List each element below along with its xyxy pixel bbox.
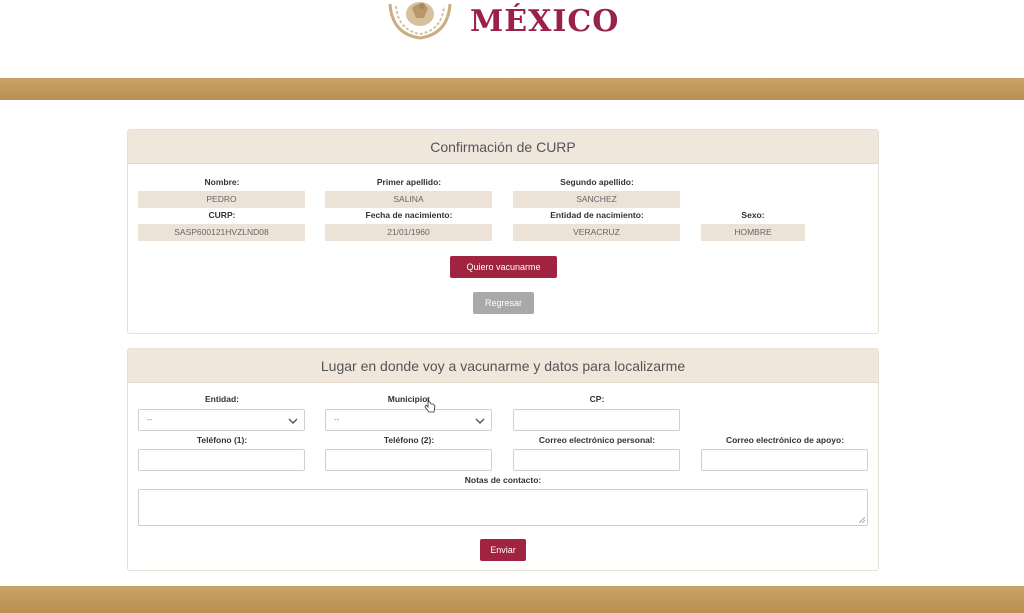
brand-title: MÉXICO — [470, 3, 620, 39]
header-band — [0, 78, 1024, 100]
label-fecha-nacimiento: Fecha de nacimiento: — [365, 210, 453, 220]
label-municipio: Municipio: — [387, 394, 431, 404]
label-cp: CP: — [589, 394, 605, 404]
header: MÉXICO — [0, 0, 1024, 78]
send-button[interactable]: Enviar — [480, 539, 526, 561]
cp-input[interactable] — [513, 409, 680, 431]
correo-apoyo-input[interactable] — [701, 449, 868, 471]
chevron-down-icon — [288, 418, 298, 424]
label-correo-apoyo: Correo electrónico de apoyo: — [725, 435, 845, 445]
footer-band — [0, 586, 1024, 613]
entidad-select-value: -- — [147, 415, 153, 424]
value-sexo: HOMBRE — [701, 224, 805, 241]
vaccinate-button[interactable]: Quiero vacunarme — [450, 256, 557, 278]
label-notas-contacto: Notas de contacto: — [464, 475, 542, 485]
value-entidad-nacimiento: VERACRUZ — [513, 224, 680, 241]
value-curp: SASP600121HVZLND08 — [138, 224, 305, 241]
back-button[interactable]: Regresar — [473, 292, 534, 314]
municipio-select[interactable]: -- — [325, 409, 492, 431]
label-telefono-2: Teléfono (2): — [383, 435, 435, 445]
label-segundo-apellido: Segundo apellido: — [560, 177, 634, 187]
telefono-2-input[interactable] — [325, 449, 492, 471]
location-contact-panel: Lugar en donde voy a vacunarme y datos p… — [127, 348, 879, 571]
curp-panel-title: Confirmación de CURP — [128, 130, 878, 164]
label-entidad: Entidad: — [205, 394, 239, 404]
label-telefono-1: Teléfono (1): — [196, 435, 248, 445]
label-primer-apellido: Primer apellido: — [376, 177, 442, 187]
value-segundo-apellido: SANCHEZ — [513, 191, 680, 208]
correo-personal-input[interactable] — [513, 449, 680, 471]
label-correo-personal: Correo electrónico personal: — [538, 435, 656, 445]
resize-grip-icon[interactable] — [859, 517, 865, 523]
notas-contacto-textarea[interactable] — [138, 489, 868, 526]
label-sexo: Sexo: — [741, 210, 765, 220]
value-nombre: PEDRO — [138, 191, 305, 208]
value-primer-apellido: SALINA — [325, 191, 492, 208]
chevron-down-icon — [475, 418, 485, 424]
curp-confirmation-panel: Confirmación de CURP Nombre: Primer apel… — [127, 129, 879, 334]
entidad-select[interactable]: -- — [138, 409, 305, 431]
label-nombre: Nombre: — [204, 177, 240, 187]
mouse-cursor-icon — [424, 396, 436, 413]
municipio-select-value: -- — [334, 415, 340, 424]
coat-of-arms-icon — [388, 2, 452, 40]
telefono-1-input[interactable] — [138, 449, 305, 471]
logo: MÉXICO — [386, 0, 619, 40]
location-panel-title: Lugar en donde voy a vacunarme y datos p… — [128, 349, 878, 383]
label-entidad-nacimiento: Entidad de nacimiento: — [550, 210, 644, 220]
value-fecha-nacimiento: 21/01/1960 — [325, 224, 492, 241]
label-curp: CURP: — [208, 210, 236, 220]
